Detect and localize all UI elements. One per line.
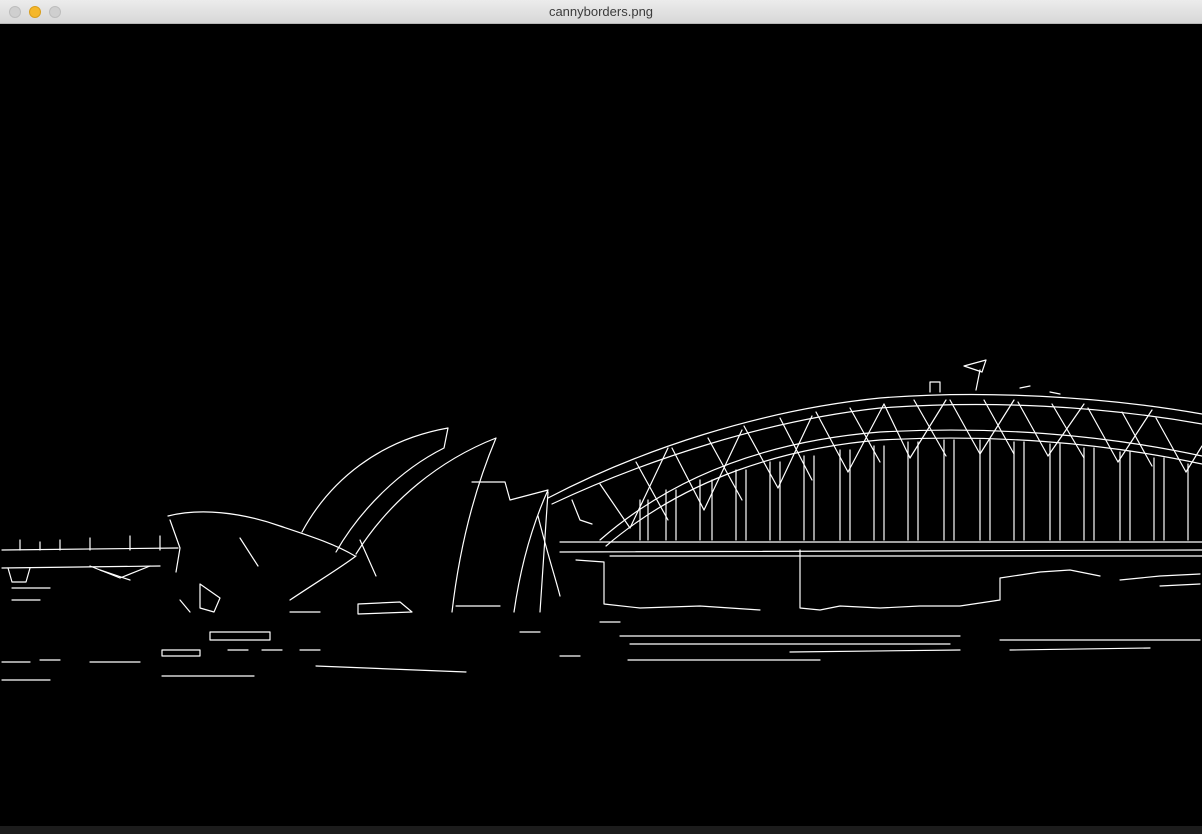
window-bottom-border <box>0 826 1202 834</box>
harbour-bridge-edges <box>547 359 1202 557</box>
window-title: cannyborders.png <box>548 4 654 19</box>
shoreline-left-edges <box>1 535 467 681</box>
opera-house-edges <box>167 427 561 615</box>
image-canvas <box>0 24 1202 826</box>
waterfront-edges <box>519 549 1201 661</box>
canny-edge-image <box>1 359 1202 681</box>
image-viewer-window: cannyborders.png <box>0 0 1202 834</box>
title-bar[interactable]: cannyborders.png <box>0 0 1202 24</box>
